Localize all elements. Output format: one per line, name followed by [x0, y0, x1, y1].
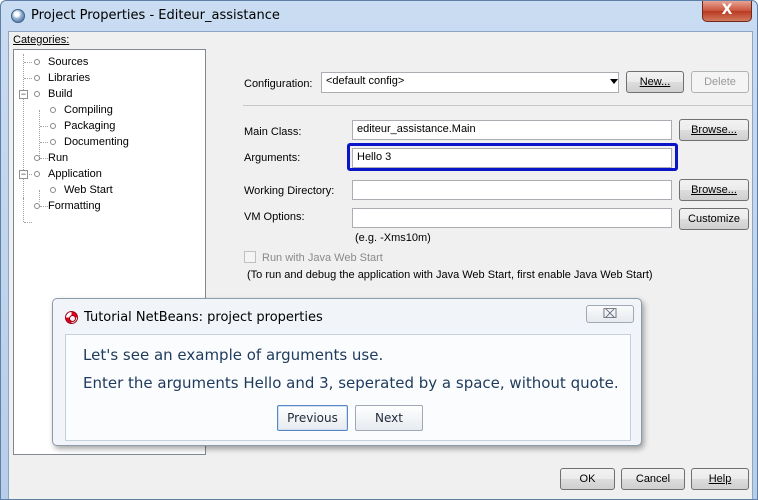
tree-item-build[interactable]: Build — [34, 86, 72, 102]
tutorial-previous-button[interactable]: Previous — [277, 405, 348, 431]
tree-item-label: Application — [48, 168, 102, 181]
chevron-down-icon — [610, 79, 618, 84]
node-icon — [34, 155, 40, 162]
tree-item-application[interactable]: Application — [34, 166, 102, 182]
tree-item-label: Packaging — [64, 120, 116, 133]
run-with-web-start-checkbox[interactable] — [244, 251, 256, 263]
title-bar[interactable]: Project Properties - Editeur_assistance … — [1, 1, 757, 31]
vm-options-hint: (e.g. -Xms10m) — [355, 232, 431, 244]
ok-label: OK — [579, 473, 596, 485]
tutorial-highlight-box — [347, 143, 678, 171]
run-with-web-start-label: Run with Java Web Start — [262, 252, 383, 264]
categories-label: Categories: — [13, 34, 69, 46]
node-icon — [34, 171, 40, 178]
window-close-button[interactable]: X — [702, 1, 752, 22]
node-icon — [50, 139, 56, 146]
ok-button[interactable]: OK — [560, 468, 615, 490]
tutorial-body: Let's see an example of arguments use. E… — [65, 334, 631, 441]
node-icon — [34, 75, 40, 82]
tree-item-label: Formatting — [48, 200, 101, 213]
delete-config-button[interactable]: Delete — [691, 71, 749, 93]
browse-label: Browse... — [691, 184, 737, 196]
node-icon — [34, 91, 40, 98]
vm-options-field[interactable] — [352, 208, 672, 228]
tree-item-label: Build — [48, 88, 73, 101]
tree-item-label: Compiling — [64, 104, 113, 117]
main-class-field[interactable]: editeur_assistance.Main — [352, 120, 672, 140]
tutorial-line-1: Let's see an example of arguments use. — [83, 346, 384, 364]
tree-connector — [40, 142, 48, 143]
customize-label: Customize — [688, 213, 740, 225]
tree-connector — [23, 54, 24, 202]
lifebuoy-icon — [65, 311, 78, 324]
cancel-label: Cancel — [635, 473, 671, 485]
cancel-button[interactable]: Cancel — [621, 468, 685, 490]
tree-item-label: Run — [48, 152, 69, 165]
node-icon — [50, 187, 56, 194]
new-config-label: New... — [639, 76, 671, 88]
browse-working-directory-button[interactable]: Browse... — [679, 179, 749, 201]
tree-item-formatting[interactable]: Formatting — [34, 198, 101, 214]
tutorial-close-button[interactable]: ⌧ — [586, 305, 634, 323]
tree-item-documenting[interactable]: Documenting — [50, 134, 129, 150]
tree-item-packaging[interactable]: Packaging — [50, 118, 115, 134]
configuration-select[interactable]: <default config> — [321, 72, 619, 93]
tutorial-popup: Tutorial NetBeans: project properties ⌧ … — [52, 298, 642, 446]
tree-item-compiling[interactable]: Compiling — [50, 102, 113, 118]
tree-item-libraries[interactable]: Libraries — [34, 70, 90, 86]
main-class-label: Main Class: — [244, 126, 302, 138]
tree-item-label: Documenting — [64, 136, 129, 149]
collapse-application-icon[interactable]: − — [19, 170, 28, 179]
tutorial-title: Tutorial NetBeans: project properties — [84, 310, 323, 325]
netbeans-app-icon — [11, 9, 25, 23]
node-icon — [50, 107, 56, 114]
web-start-note: (To run and debug the application with J… — [247, 269, 653, 281]
tree-item-label: Web Start — [64, 184, 113, 197]
configuration-label: Configuration: — [244, 78, 313, 90]
tree-item-sources[interactable]: Sources — [34, 54, 88, 70]
window-title: Project Properties - Editeur_assistance — [31, 8, 280, 23]
working-directory-label: Working Directory: — [244, 185, 335, 197]
project-properties-window: Project Properties - Editeur_assistance … — [0, 0, 758, 500]
categories-label-text: Categories: — [13, 34, 70, 46]
configuration-value: <default config> — [326, 75, 405, 87]
customize-button[interactable]: Customize — [679, 208, 749, 230]
node-icon — [34, 59, 40, 66]
tree-connector — [24, 222, 32, 223]
tutorial-next-button[interactable]: Next — [355, 405, 423, 431]
collapse-build-icon[interactable]: − — [19, 90, 28, 99]
tree-item-web-start[interactable]: Web Start — [50, 182, 113, 198]
vm-options-label: VM Options: — [244, 211, 305, 223]
help-button[interactable]: Help — [691, 468, 749, 490]
tree-connector — [24, 62, 32, 63]
delete-config-label: Delete — [704, 76, 736, 88]
tree-item-label: Sources — [48, 56, 89, 69]
node-icon — [50, 123, 56, 130]
tree-connector — [40, 126, 48, 127]
tree-connector — [23, 198, 24, 222]
browse-main-class-button[interactable]: Browse... — [679, 119, 749, 141]
working-directory-field[interactable] — [352, 180, 672, 200]
tree-item-run[interactable]: Run — [34, 150, 68, 166]
tree-item-label: Libraries — [48, 72, 91, 85]
tree-connector — [24, 78, 32, 79]
help-label: Help — [708, 473, 732, 485]
new-config-button[interactable]: New... — [626, 71, 684, 93]
browse-label: Browse... — [691, 124, 737, 136]
separator — [243, 105, 752, 106]
arguments-label: Arguments: — [244, 152, 301, 164]
node-icon — [34, 203, 40, 210]
tutorial-line-2: Enter the arguments Hello and 3, seperat… — [83, 374, 619, 392]
